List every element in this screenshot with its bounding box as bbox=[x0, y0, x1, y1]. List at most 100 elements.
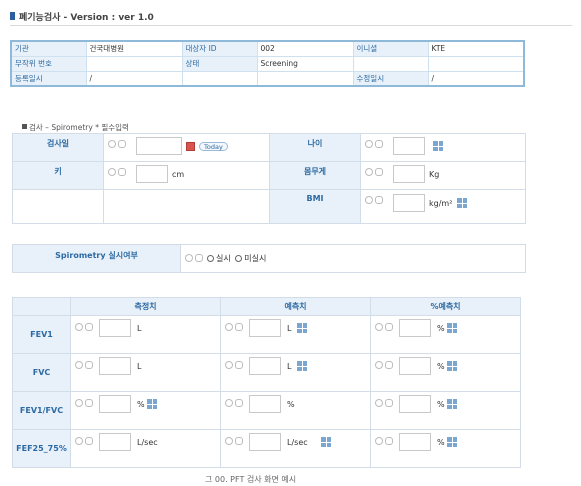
today-button[interactable]: Today bbox=[199, 142, 228, 151]
subject-info-table: 기관 건국대병원 대상자 ID 002 이니셜 KTE 무작위 번호 상태 Sc… bbox=[10, 40, 525, 87]
calendar-icon[interactable] bbox=[186, 142, 195, 151]
comment-icon[interactable] bbox=[375, 167, 383, 176]
calculate-icon[interactable] bbox=[297, 361, 307, 371]
comment-icon[interactable] bbox=[235, 436, 243, 445]
percent-predicted-cell: % bbox=[370, 429, 521, 468]
value-input[interactable] bbox=[249, 357, 281, 375]
calculate-icon[interactable] bbox=[147, 399, 157, 409]
info-label: 등록일시 bbox=[10, 70, 87, 87]
age-input[interactable] bbox=[393, 137, 425, 155]
comment-icon[interactable] bbox=[195, 253, 203, 262]
value-input[interactable] bbox=[249, 433, 281, 451]
help-icon[interactable] bbox=[365, 195, 373, 204]
unit-label: % bbox=[437, 362, 445, 371]
result-row: FEF25_75% L/sec L/sec% bbox=[12, 429, 521, 468]
comment-icon[interactable] bbox=[375, 195, 383, 204]
comment-icon[interactable] bbox=[118, 139, 126, 148]
header-percent-predicted: %예측치 bbox=[370, 297, 521, 316]
value-input[interactable] bbox=[399, 395, 431, 413]
subject-id-value: 002 bbox=[256, 40, 354, 57]
comment-icon[interactable] bbox=[85, 360, 93, 369]
radio-no[interactable] bbox=[235, 255, 243, 262]
comment-icon[interactable] bbox=[385, 322, 393, 331]
info-label: 이니셜 bbox=[352, 40, 429, 57]
calculate-icon[interactable] bbox=[297, 323, 307, 333]
help-icon[interactable] bbox=[108, 167, 116, 176]
header-measured: 측정치 bbox=[70, 297, 221, 316]
comment-icon[interactable] bbox=[118, 167, 126, 176]
unit-label: % bbox=[437, 324, 445, 333]
comment-icon[interactable] bbox=[235, 360, 243, 369]
weight-cell: Kg bbox=[360, 161, 526, 190]
value-input[interactable] bbox=[99, 357, 131, 375]
help-icon[interactable] bbox=[75, 436, 83, 445]
help-icon[interactable] bbox=[75, 322, 83, 331]
predicted-cell: L bbox=[220, 315, 371, 354]
radio-yes[interactable] bbox=[207, 255, 214, 262]
unit-label: % bbox=[437, 400, 445, 409]
value-input[interactable] bbox=[99, 433, 131, 451]
age-cell bbox=[360, 133, 526, 162]
calculate-icon[interactable] bbox=[447, 323, 457, 333]
value-input[interactable] bbox=[99, 319, 131, 337]
measured-cell: L/sec bbox=[70, 429, 221, 468]
help-icon[interactable] bbox=[185, 253, 193, 262]
help-icon[interactable] bbox=[225, 360, 233, 369]
exam-date-input[interactable] bbox=[136, 137, 182, 155]
help-icon[interactable] bbox=[375, 322, 383, 331]
calculate-icon[interactable] bbox=[321, 437, 331, 447]
comment-icon[interactable] bbox=[235, 322, 243, 331]
help-icon[interactable] bbox=[365, 167, 373, 176]
parameter-label: FVC bbox=[12, 353, 71, 392]
info-row: 기관 건국대병원 대상자 ID 002 이니셜 KTE bbox=[10, 40, 525, 57]
calculate-icon[interactable] bbox=[447, 437, 457, 447]
help-icon[interactable] bbox=[375, 360, 383, 369]
value-input[interactable] bbox=[249, 395, 281, 413]
page-header: 폐기능검사 - Version : ver 1.0 bbox=[10, 8, 572, 26]
comment-icon[interactable] bbox=[385, 360, 393, 369]
header-predicted: 예측치 bbox=[220, 297, 371, 316]
unit-label: L/sec bbox=[287, 438, 308, 447]
radio-yes-label: 실시 bbox=[216, 254, 231, 263]
help-icon[interactable] bbox=[225, 322, 233, 331]
help-icon[interactable] bbox=[375, 436, 383, 445]
comment-icon[interactable] bbox=[375, 139, 383, 148]
info-row: 무작위 번호 상태 Screening bbox=[10, 55, 525, 72]
unit-label: L bbox=[137, 362, 142, 371]
unit-label: L bbox=[287, 362, 292, 371]
weight-input[interactable] bbox=[393, 165, 425, 183]
spirometry-done-table: Spirometry 실시여부 실시 미실시 bbox=[12, 244, 526, 273]
spirometry-done-label: Spirometry 실시여부 bbox=[12, 244, 181, 273]
comment-icon[interactable] bbox=[85, 436, 93, 445]
comment-icon[interactable] bbox=[385, 398, 393, 407]
calculate-icon[interactable] bbox=[447, 361, 457, 371]
unit-label: L bbox=[287, 324, 292, 333]
info-row: 등록일시 / 수정일시 / bbox=[10, 70, 525, 87]
help-icon[interactable] bbox=[75, 360, 83, 369]
help-icon[interactable] bbox=[365, 139, 373, 148]
help-icon[interactable] bbox=[108, 139, 116, 148]
calculate-icon[interactable] bbox=[457, 198, 467, 208]
comment-icon[interactable] bbox=[235, 398, 243, 407]
value-input[interactable] bbox=[399, 433, 431, 451]
help-icon[interactable] bbox=[75, 398, 83, 407]
percent-predicted-cell: % bbox=[370, 391, 521, 430]
value-input[interactable] bbox=[249, 319, 281, 337]
unit-label: % bbox=[287, 400, 295, 409]
info-empty bbox=[256, 70, 354, 87]
value-input[interactable] bbox=[399, 357, 431, 375]
value-input[interactable] bbox=[99, 395, 131, 413]
comment-icon[interactable] bbox=[85, 398, 93, 407]
help-icon[interactable] bbox=[375, 398, 383, 407]
help-icon[interactable] bbox=[225, 398, 233, 407]
info-empty bbox=[181, 70, 258, 87]
calculate-icon[interactable] bbox=[433, 141, 443, 151]
help-icon[interactable] bbox=[225, 436, 233, 445]
comment-icon[interactable] bbox=[385, 436, 393, 445]
comment-icon[interactable] bbox=[85, 322, 93, 331]
calculate-icon[interactable] bbox=[447, 399, 457, 409]
value-input[interactable] bbox=[399, 319, 431, 337]
bmi-input[interactable] bbox=[393, 194, 425, 212]
height-label: 키 bbox=[12, 161, 104, 190]
height-input[interactable] bbox=[136, 165, 168, 183]
